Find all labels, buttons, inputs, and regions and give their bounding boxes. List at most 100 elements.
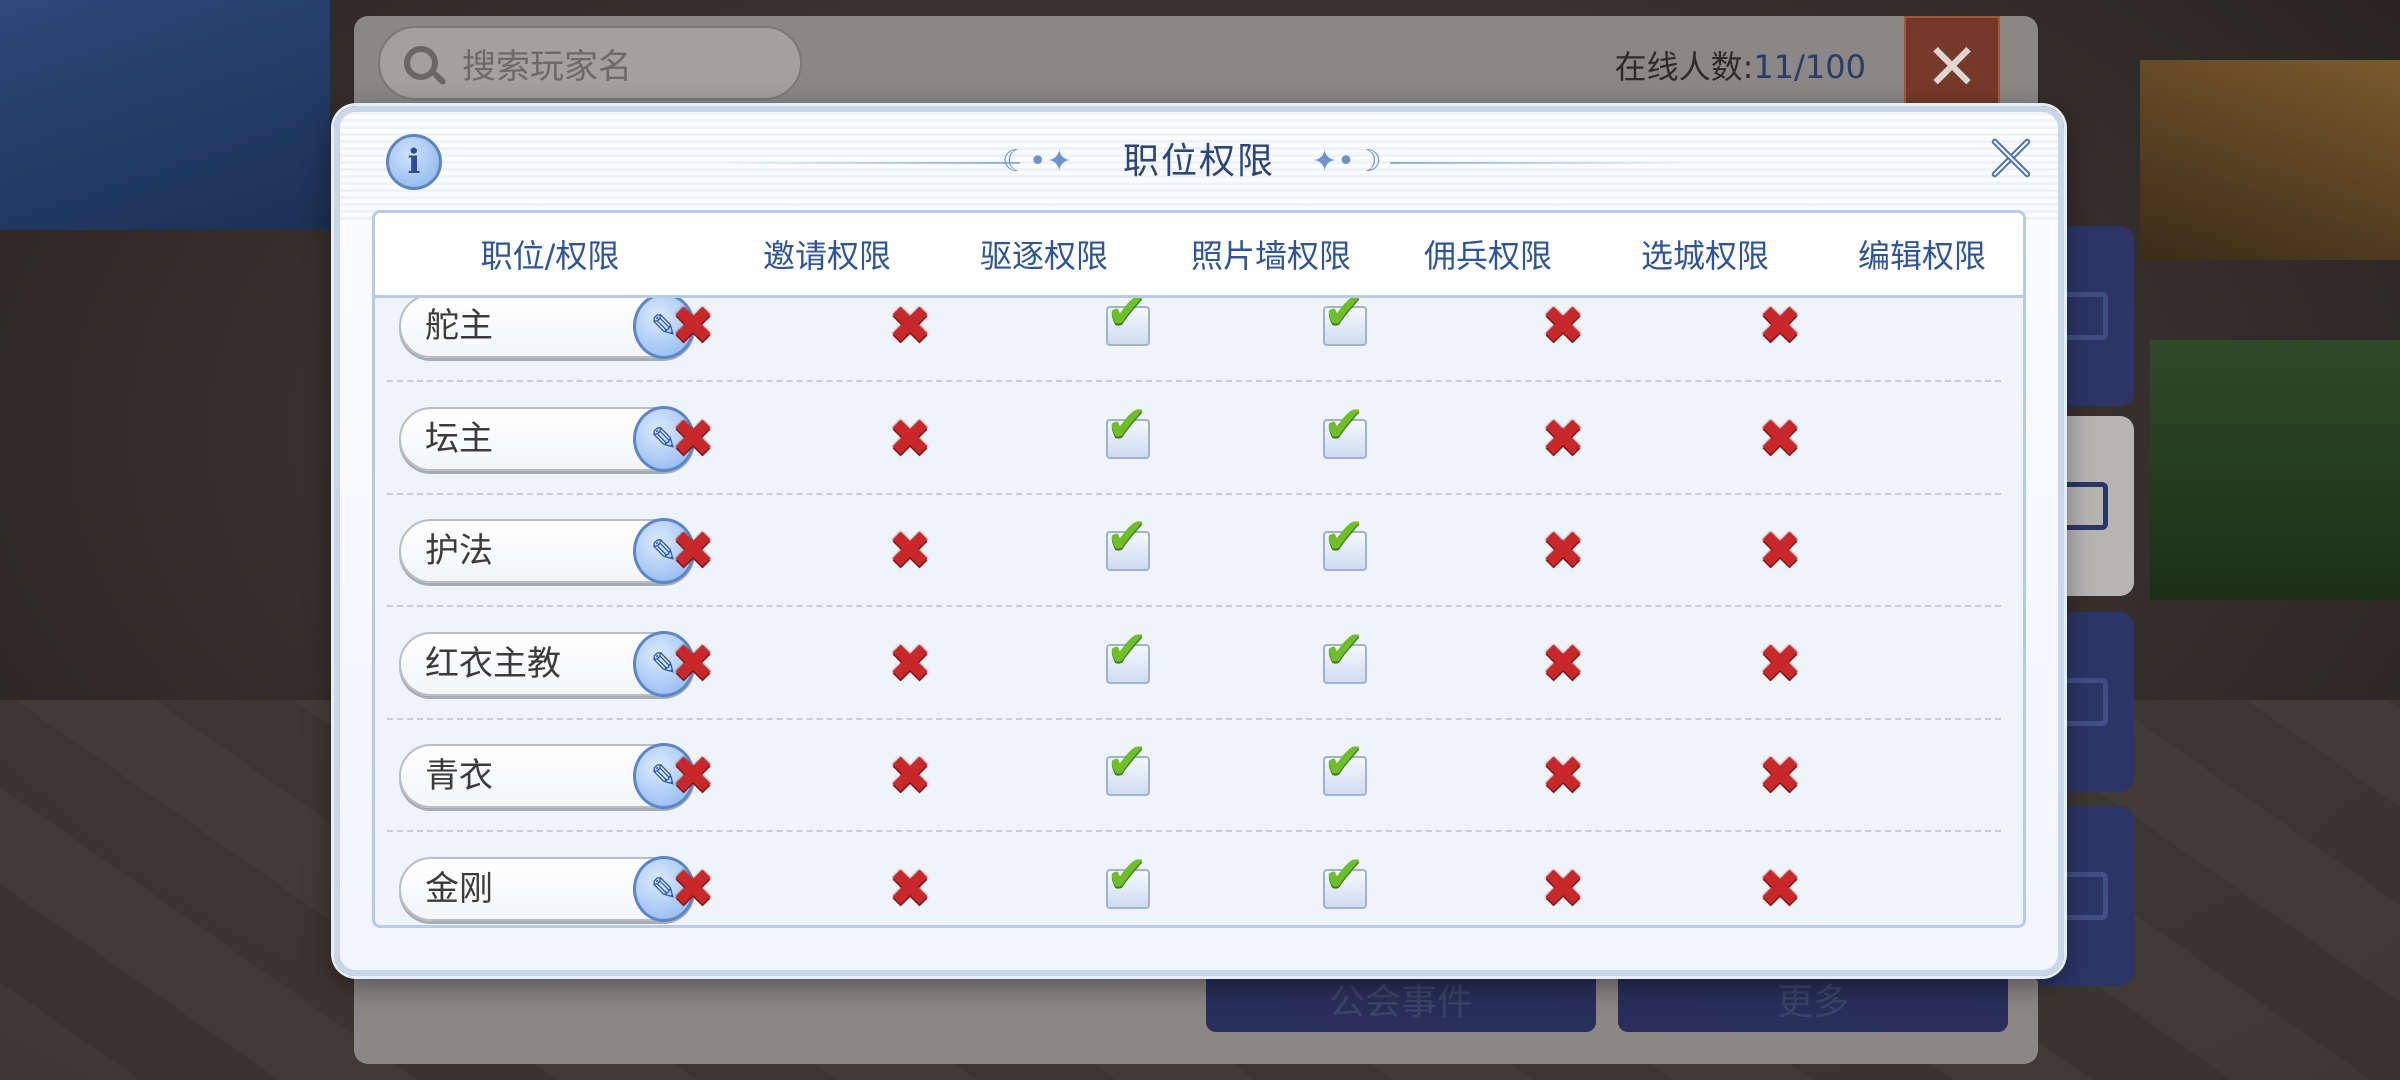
check-icon: ✔ [1106,844,1148,903]
permission-granted: ✔ [1100,511,1156,579]
role-name-field: 红衣主教 ✎ [399,630,695,697]
column-header-city-select: 选城权限 [1640,237,1769,275]
permission-denied: ✖ [665,861,721,917]
permission-granted: ✔ [1100,849,1156,917]
permission-denied: ✖ [882,636,938,692]
position-permissions-dialog: i ☾•✦ ✦•☽ 职位权限 职位/权限 邀请权限 驱逐权限 照片墙权限 佣兵权… [334,106,2064,976]
cross-icon: ✖ [1541,298,1585,356]
permission-granted: ✔ [1100,399,1156,467]
cross-icon: ✖ [1758,298,1802,356]
check-icon: ✔ [1323,507,1365,565]
table-row: 青衣 ✎ ✖ ✖ ✔ ✔ ✖ ✖ [375,720,2023,832]
cross-icon: ✖ [1541,408,1585,469]
check-icon: ✔ [1106,298,1148,340]
cross-icon: ✖ [1758,633,1802,694]
table-row: 舵主 ✎ ✖ ✖ ✔ ✔ ✖ ✖ [375,298,2023,382]
cross-icon: ✖ [671,298,715,356]
checkbox-icon: ✔ [1106,298,1150,346]
permission-denied: ✖ [882,523,938,579]
cross-icon: ✖ [888,408,932,469]
checkbox-icon: ✔ [1323,298,1367,346]
dialog-close-button[interactable] [1990,136,2034,180]
permission-granted: ✔ [1100,298,1156,354]
cross-icon: ✖ [1541,633,1585,694]
online-count: 在线人数:11/100 [1615,42,1866,88]
castle-tab-icon [2060,678,2108,726]
permission-denied: ✖ [1752,748,1808,804]
permission-denied: ✖ [882,861,938,917]
cross-icon: ✖ [671,633,715,694]
column-header-edit: 编辑权限 [1857,237,1986,275]
cross-icon: ✖ [888,298,932,356]
role-name-field: 青衣 ✎ [399,743,695,809]
check-icon: ✔ [1323,732,1365,790]
cross-icon: ✖ [671,858,715,919]
permission-granted: ✔ [1317,511,1373,579]
check-icon: ✔ [1106,394,1148,453]
checkbox-icon: ✔ [1106,736,1150,796]
checkbox-icon: ✔ [1106,399,1150,459]
permission-denied: ✖ [1752,636,1808,692]
guild-events-label: 公会事件 [1328,982,1473,1023]
cross-icon: ✖ [1758,521,1802,581]
permission-denied: ✖ [1752,298,1808,354]
checkbox-icon: ✔ [1323,399,1367,459]
check-icon: ✔ [1323,619,1365,678]
cross-icon: ✖ [1541,521,1585,581]
checkbox-icon: ✔ [1323,624,1367,684]
online-count-value: 11/100 [1753,48,1866,86]
cross-icon: ✖ [1758,858,1802,919]
column-header-invite: 邀请权限 [762,237,891,275]
checkbox-icon: ✔ [1323,736,1367,796]
check-icon: ✔ [1323,394,1365,453]
cross-icon: ✖ [671,746,715,806]
permission-denied: ✖ [665,411,721,467]
permissions-rows[interactable]: 舵主 ✎ ✖ ✖ ✔ ✔ ✖ ✖ 坛主 ✎ ✖ ✖ ✔ ✔ ✖ ✖ 护法 ✎ ✖ ✖ ✔ ✔ ✖ ✖ 红衣主教 ✎ ✖ ✖ ✔ ✔ ✖ ✖ 青衣… [375,298,2023,925]
role-name: 红衣主教 [425,643,561,684]
role-name-field: 舵主 ✎ [399,298,695,359]
permission-denied: ✖ [1752,411,1808,467]
permission-denied: ✖ [665,298,721,354]
cross-icon: ✖ [1758,746,1802,806]
background-building [2140,60,2400,260]
check-icon: ✔ [1106,732,1148,790]
cross-icon: ✖ [1541,746,1585,806]
role-name-field: 护法 ✎ [399,518,695,584]
online-count-label: 在线人数: [1614,48,1754,86]
check-icon: ✔ [1323,844,1365,903]
permission-denied: ✖ [665,636,721,692]
cross-icon: ✖ [671,408,715,469]
cross-icon: ✖ [888,521,932,581]
panel-close-button[interactable]: ✕ [1904,16,2000,120]
edit-tab-icon [2060,292,2108,340]
card-tab-icon [2060,482,2108,530]
permission-denied: ✖ [1535,636,1591,692]
permission-denied: ✖ [882,411,938,467]
check-icon: ✔ [1106,619,1148,678]
permission-denied: ✖ [882,748,938,804]
column-header-photo-wall: 照片墙权限 [1190,237,1351,275]
permission-denied: ✖ [665,748,721,804]
check-icon: ✔ [1106,507,1148,565]
checkbox-icon: ✔ [1323,849,1367,909]
permission-denied: ✖ [1535,861,1591,917]
cross-icon: ✖ [1758,408,1802,469]
background-grass [2150,340,2400,600]
close-icon: ✕ [1925,31,1979,105]
permission-denied: ✖ [882,298,938,354]
role-name: 护法 [425,531,493,571]
permission-denied: ✖ [1535,748,1591,804]
column-header-mercenary: 佣兵权限 [1423,237,1552,275]
dialog-title: 职位权限 [1122,141,1275,182]
role-name-field: 坛主 ✎ [399,405,695,472]
background-fountain [0,0,330,230]
checkbox-icon: ✔ [1106,511,1150,571]
permission-granted: ✔ [1317,298,1373,354]
column-header-role: 职位/权限 [480,237,620,275]
permission-granted: ✔ [1317,624,1373,692]
permission-denied: ✖ [1752,523,1808,579]
search-input[interactable]: 搜索玩家名 [378,26,802,100]
cross-icon: ✖ [888,858,932,919]
role-name-field: 金刚 ✎ [399,855,695,922]
search-icon [404,46,438,80]
